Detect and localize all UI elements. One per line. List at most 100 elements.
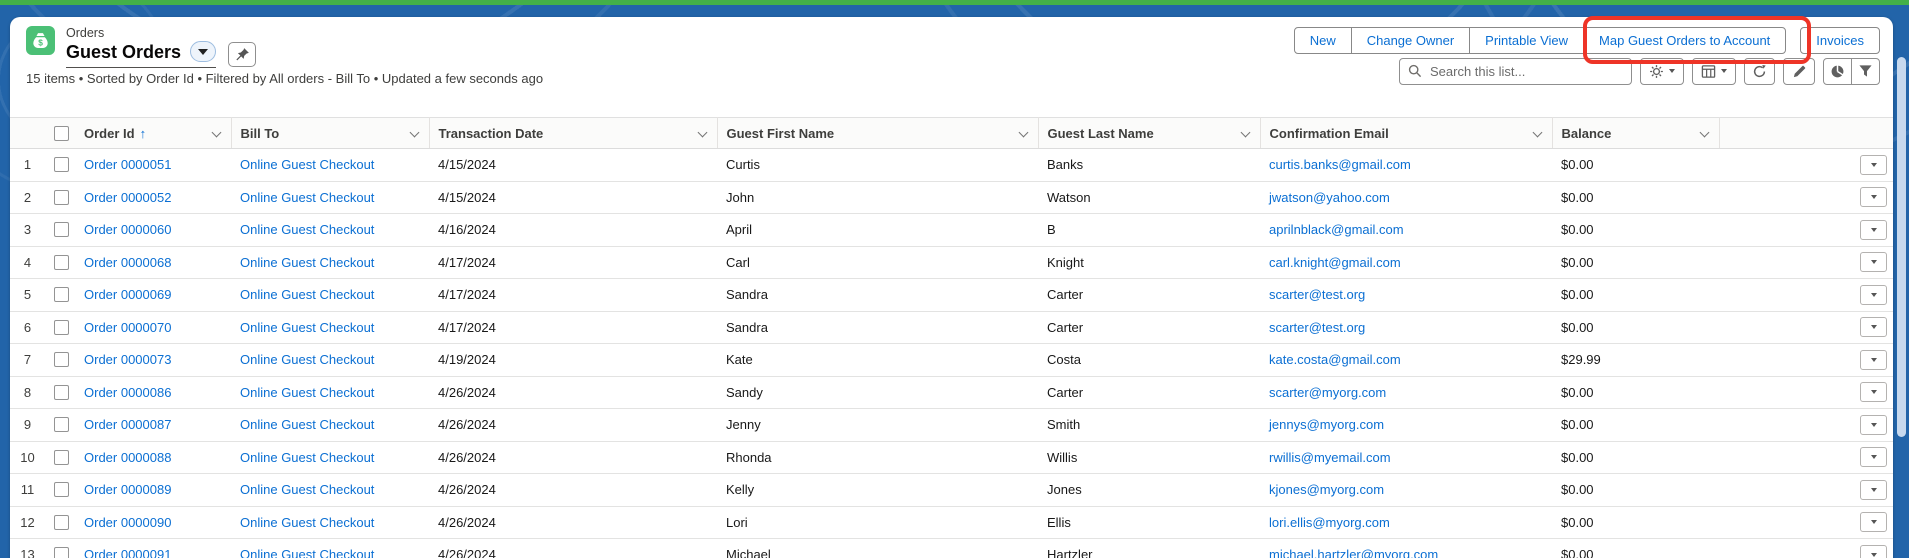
filter-button[interactable] <box>1851 58 1880 85</box>
column-header-bill-to[interactable]: Bill To <box>231 118 429 149</box>
bill-to-link[interactable]: Online Guest Checkout <box>240 222 374 237</box>
column-header-confirmation-email[interactable]: Confirmation Email <box>1260 118 1552 149</box>
row-checkbox[interactable] <box>54 222 69 237</box>
chevron-down-icon[interactable] <box>211 128 221 138</box>
bill-to-link[interactable]: Online Guest Checkout <box>240 157 374 172</box>
cell-transaction-date: 4/26/2024 <box>429 539 717 558</box>
refresh-button[interactable] <box>1744 58 1775 85</box>
row-checkbox[interactable] <box>54 385 69 400</box>
confirmation-email-link[interactable]: scarter@test.org <box>1269 320 1365 335</box>
order-id-link[interactable]: Order 0000069 <box>84 287 171 302</box>
confirmation-email-link[interactable]: carl.knight@gmail.com <box>1269 255 1401 270</box>
column-header-order-id[interactable]: Order Id↑ <box>75 118 231 149</box>
change-owner-button[interactable]: Change Owner <box>1351 27 1470 54</box>
row-checkbox[interactable] <box>54 157 69 172</box>
row-checkbox[interactable] <box>54 287 69 302</box>
row-checkbox[interactable] <box>54 352 69 367</box>
order-id-link[interactable]: Order 0000091 <box>84 547 171 558</box>
display-as-button[interactable] <box>1692 58 1736 85</box>
confirmation-email-link[interactable]: jennys@myorg.com <box>1269 417 1384 432</box>
bill-to-link[interactable]: Online Guest Checkout <box>240 352 374 367</box>
charts-button[interactable] <box>1823 58 1852 85</box>
select-all-checkbox[interactable] <box>54 126 69 141</box>
row-checkbox[interactable] <box>54 320 69 335</box>
order-id-link[interactable]: Order 0000087 <box>84 417 171 432</box>
new-button[interactable]: New <box>1294 27 1352 54</box>
row-actions-button[interactable] <box>1860 220 1887 240</box>
cell-row-actions <box>1719 539 1893 558</box>
cell-guest-first-name: Lori <box>717 506 1038 539</box>
confirmation-email-link[interactable]: kate.costa@gmail.com <box>1269 352 1401 367</box>
bill-to-link[interactable]: Online Guest Checkout <box>240 547 374 558</box>
chevron-down-icon[interactable] <box>1532 128 1542 138</box>
order-id-link[interactable]: Order 0000070 <box>84 320 171 335</box>
list-view-controls-button[interactable] <box>1640 58 1684 85</box>
bill-to-link[interactable]: Online Guest Checkout <box>240 190 374 205</box>
row-actions-button[interactable] <box>1860 480 1887 500</box>
row-actions-button[interactable] <box>1860 155 1887 175</box>
invoices-button[interactable]: Invoices <box>1800 27 1880 54</box>
bill-to-link[interactable]: Online Guest Checkout <box>240 450 374 465</box>
row-actions-button[interactable] <box>1860 415 1887 435</box>
row-actions-button[interactable] <box>1860 545 1887 558</box>
confirmation-email-link[interactable]: michael.hartzler@myorg.com <box>1269 547 1438 558</box>
row-actions-button[interactable] <box>1860 252 1887 272</box>
chevron-down-icon[interactable] <box>697 128 707 138</box>
search-input[interactable] <box>1399 58 1632 85</box>
order-id-link[interactable]: Order 0000068 <box>84 255 171 270</box>
row-actions-button[interactable] <box>1860 317 1887 337</box>
cell-order-id: Order 0000051 <box>75 149 231 182</box>
chevron-down-icon <box>1871 455 1877 459</box>
order-id-link[interactable]: Order 0000060 <box>84 222 171 237</box>
confirmation-email-link[interactable]: curtis.banks@gmail.com <box>1269 157 1411 172</box>
order-id-link[interactable]: Order 0000086 <box>84 385 171 400</box>
row-checkbox[interactable] <box>54 482 69 497</box>
order-id-link[interactable]: Order 0000073 <box>84 352 171 367</box>
row-actions-button[interactable] <box>1860 382 1887 402</box>
confirmation-email-link[interactable]: lori.ellis@myorg.com <box>1269 515 1390 530</box>
cell-bill-to: Online Guest Checkout <box>231 181 429 214</box>
confirmation-email-link[interactable]: kjones@myorg.com <box>1269 482 1384 497</box>
order-id-link[interactable]: Order 0000051 <box>84 157 171 172</box>
bill-to-link[interactable]: Online Guest Checkout <box>240 515 374 530</box>
bill-to-link[interactable]: Online Guest Checkout <box>240 482 374 497</box>
chevron-down-icon[interactable] <box>1699 128 1709 138</box>
bill-to-link[interactable]: Online Guest Checkout <box>240 417 374 432</box>
chevron-down-icon[interactable] <box>409 128 419 138</box>
row-actions-button[interactable] <box>1860 512 1887 532</box>
row-actions-button[interactable] <box>1860 447 1887 467</box>
confirmation-email-link[interactable]: aprilnblack@gmail.com <box>1269 222 1404 237</box>
confirmation-email-link[interactable]: rwillis@myemail.com <box>1269 450 1391 465</box>
row-checkbox[interactable] <box>54 417 69 432</box>
row-checkbox[interactable] <box>54 255 69 270</box>
confirmation-email-link[interactable]: scarter@test.org <box>1269 287 1365 302</box>
confirmation-email-link[interactable]: jwatson@yahoo.com <box>1269 190 1390 205</box>
cell-order-id: Order 0000088 <box>75 441 231 474</box>
row-checkbox[interactable] <box>54 547 69 558</box>
column-header-guest-first-name[interactable]: Guest First Name <box>717 118 1038 149</box>
map-guest-orders-to-account-button[interactable]: Map Guest Orders to Account <box>1583 27 1786 54</box>
printable-view-button[interactable]: Printable View <box>1469 27 1584 54</box>
order-id-link[interactable]: Order 0000089 <box>84 482 171 497</box>
row-checkbox[interactable] <box>54 515 69 530</box>
row-actions-button[interactable] <box>1860 285 1887 305</box>
order-id-link[interactable]: Order 0000090 <box>84 515 171 530</box>
column-header-transaction-date[interactable]: Transaction Date <box>429 118 717 149</box>
row-checkbox[interactable] <box>54 450 69 465</box>
confirmation-email-link[interactable]: scarter@myorg.com <box>1269 385 1386 400</box>
order-id-link[interactable]: Order 0000052 <box>84 190 171 205</box>
bill-to-link[interactable]: Online Guest Checkout <box>240 255 374 270</box>
bill-to-link[interactable]: Online Guest Checkout <box>240 287 374 302</box>
column-header-balance[interactable]: Balance <box>1552 118 1719 149</box>
inline-edit-button[interactable] <box>1783 58 1815 85</box>
chevron-down-icon[interactable] <box>1240 128 1250 138</box>
bill-to-link[interactable]: Online Guest Checkout <box>240 320 374 335</box>
page-scrollbar[interactable] <box>1897 57 1906 437</box>
order-id-link[interactable]: Order 0000088 <box>84 450 171 465</box>
row-actions-button[interactable] <box>1860 350 1887 370</box>
row-actions-button[interactable] <box>1860 187 1887 207</box>
chevron-down-icon[interactable] <box>1018 128 1028 138</box>
row-checkbox[interactable] <box>54 190 69 205</box>
bill-to-link[interactable]: Online Guest Checkout <box>240 385 374 400</box>
column-header-guest-last-name[interactable]: Guest Last Name <box>1038 118 1260 149</box>
